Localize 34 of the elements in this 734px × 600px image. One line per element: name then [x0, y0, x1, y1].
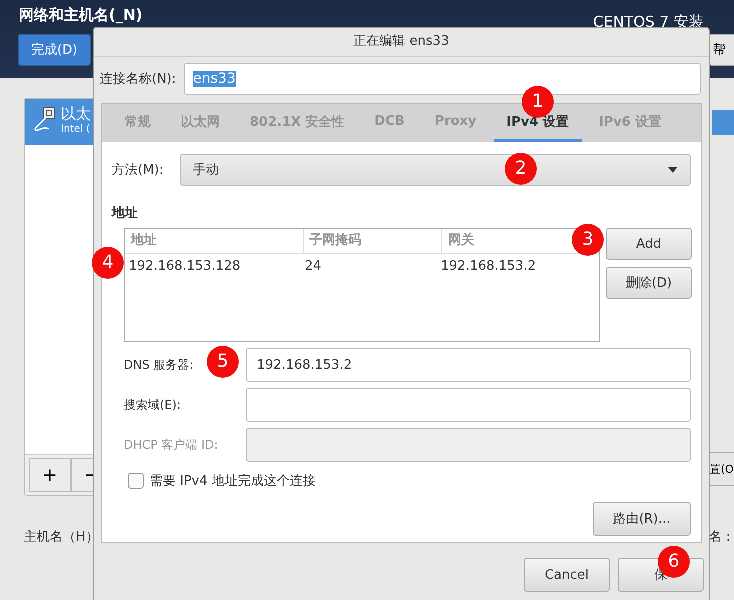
checkbox-label: 需要 IPv4 地址完成这个连接	[150, 473, 316, 490]
add-connection-button[interactable]: +	[29, 458, 71, 492]
done-button[interactable]: 完成(D)	[18, 34, 91, 66]
delete-button[interactable]: 删除(D)	[606, 267, 692, 299]
table-cell-text: 24	[304, 258, 323, 274]
input-field[interactable]	[246, 428, 691, 462]
hostname-label: 主机名（H）	[24, 529, 99, 546]
table-cell-text: 192.168.153.128	[128, 258, 242, 274]
ethernet-icon	[33, 107, 57, 133]
add-button[interactable]: Add	[606, 228, 692, 260]
checkbox[interactable]	[128, 473, 144, 489]
help-button[interactable]: 帮	[709, 34, 734, 66]
table-cell-text: 192.168.153.2	[440, 258, 538, 274]
hostname-label-right: 名：	[709, 529, 734, 546]
dialog-title: 正在编辑 ens33	[94, 28, 709, 57]
column-header: 地址	[125, 229, 304, 253]
configure-button[interactable]: 置(O	[708, 452, 734, 486]
field-label: 搜索域(E):	[124, 398, 181, 412]
section-title: 地址	[112, 205, 139, 222]
routes-button[interactable]: 路由(R)...	[593, 502, 691, 536]
page-title: 网络和主机名(_N)	[19, 6, 143, 25]
field-label: DNS 服务器:	[124, 358, 194, 372]
cancel-button[interactable]: Cancel	[524, 558, 610, 592]
field-label: DHCP 客户端 ID:	[124, 438, 218, 452]
input-field[interactable]	[246, 388, 691, 422]
input-field[interactable]: 192.168.153.2	[246, 348, 691, 382]
toggle-switch[interactable]	[712, 110, 734, 135]
connection-name-value: ens33	[193, 71, 236, 87]
method-label: 方法(M):	[112, 162, 164, 179]
column-header: 子网掩码	[304, 229, 442, 253]
dropdown-arrow-icon	[668, 167, 678, 173]
connection-name: 以太	[61, 105, 91, 124]
connection-name-label: 连接名称(N):	[100, 71, 176, 88]
connection-detail: Intel (	[61, 124, 91, 135]
